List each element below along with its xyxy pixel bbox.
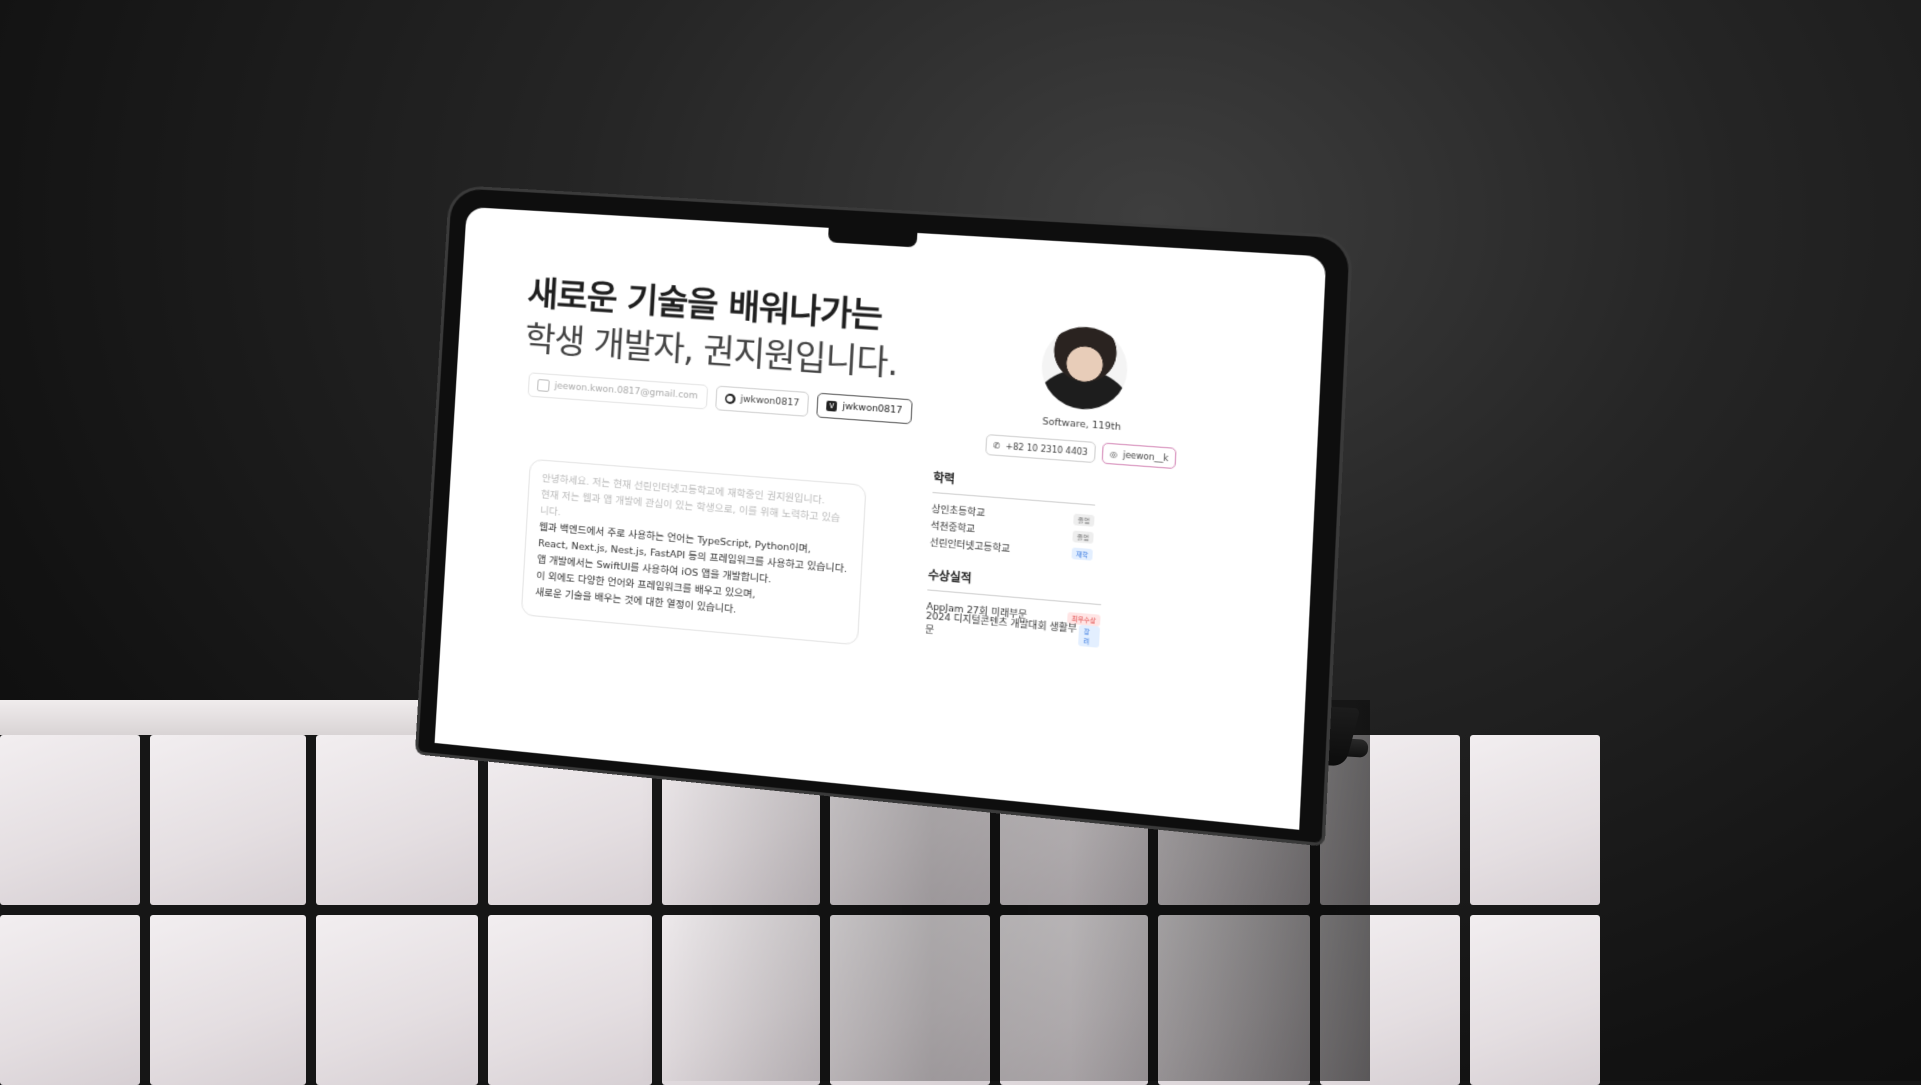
award-badge: 장려 (1078, 624, 1101, 648)
instagram-link[interactable]: ◎ jeewon__k (1101, 442, 1177, 470)
velog-text: jwkwon0817 (842, 401, 903, 417)
tile (662, 915, 820, 1085)
instagram-icon: ◎ (1109, 448, 1118, 459)
camera-notch (827, 227, 918, 248)
tile (830, 915, 990, 1085)
avatar (1039, 324, 1130, 413)
email-text: jeewon.kwon.0817@gmail.com (554, 381, 699, 402)
tile (488, 915, 652, 1085)
status-badge: 재학 (1071, 546, 1093, 561)
tile (150, 915, 306, 1085)
awards-section: 수상실적 AppJam 27회 미래부문 최우수상 2024 디지털콘텐츠 개발… (925, 566, 1102, 648)
profile-role: Software, 119th (1042, 416, 1122, 434)
laptop-screen: 새로운 기술을 배워나가는 학생 개발자, 권지원입니다. jeewon.kwo… (434, 206, 1327, 830)
tile (1470, 915, 1600, 1085)
github-link[interactable]: ● jwkwon0817 (714, 385, 810, 417)
school-name: 선린인터넷고등학교 (929, 537, 1011, 555)
velog-link[interactable]: v jwkwon0817 (816, 392, 913, 425)
tile (316, 915, 478, 1085)
phone-link[interactable]: ✆ +82 10 2310 4403 (984, 433, 1097, 464)
intro-card: 안녕하세요. 저는 현재 선린인터넷고등학교에 재학중인 권지원입니다. 현재 … (520, 458, 867, 646)
phone-icon: ✆ (992, 440, 1001, 451)
email-link[interactable]: jeewon.kwon.0817@gmail.com (527, 372, 708, 410)
education-section: 학력 상인초등학교 졸업 석천중학교 졸업 선린인터넷고등학교 재학 (929, 469, 1096, 563)
phone-text: +82 10 2310 4403 (1005, 441, 1089, 457)
school-name: 석천중학교 (930, 520, 976, 535)
velog-icon: v (826, 400, 838, 412)
mail-icon (536, 378, 550, 392)
tile (0, 915, 140, 1085)
tile (0, 735, 140, 905)
laptop-bezel: 새로운 기술을 배워나가는 학생 개발자, 권지원입니다. jeewon.kwo… (418, 188, 1350, 844)
tile (1470, 735, 1600, 905)
status-badge: 졸업 (1073, 513, 1095, 527)
tile (150, 735, 306, 905)
github-icon: ● (724, 393, 736, 405)
instagram-text: jeewon__k (1122, 449, 1169, 463)
profile-card: Software, 119th ✆ +82 10 2310 4403 ◎ jee… (984, 321, 1177, 470)
status-badge: 졸업 (1072, 529, 1094, 544)
laptop: 새로운 기술을 배워나가는 학생 개발자, 권지원입니다. jeewon.kwo… (418, 188, 1350, 844)
contact-chips: ✆ +82 10 2310 4403 ◎ jeewon__k (984, 433, 1177, 470)
awards-title: 수상실적 (927, 568, 973, 586)
github-text: jwkwon0817 (740, 394, 800, 409)
tile (316, 735, 478, 905)
